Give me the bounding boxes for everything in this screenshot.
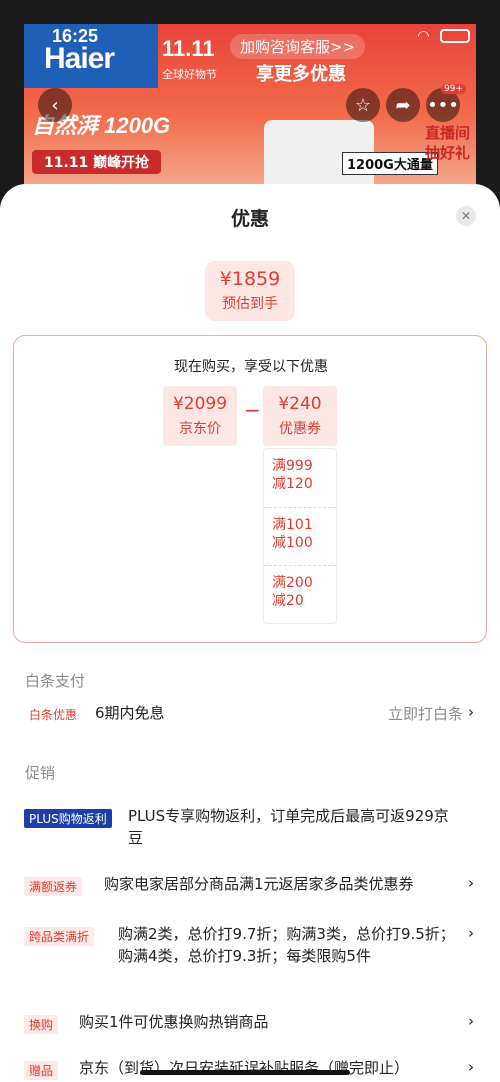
- chevron-right-icon: ›: [468, 1012, 474, 1030]
- promotion-tag: 赠品: [24, 1061, 59, 1080]
- home-indicator[interactable]: [140, 1070, 350, 1075]
- baitiao-action[interactable]: 立即打白条: [388, 703, 463, 724]
- promotion-text: 京东（到货）次日安装延误补贴服务（赠完即止）: [79, 1059, 410, 1077]
- estimated-price-tile: ¥1859 预估到手: [205, 261, 295, 321]
- coupon-item: 满101 减100: [264, 507, 336, 565]
- live-text-line2: 抽好礼: [424, 143, 470, 162]
- baitiao-row[interactable]: 白条优惠 6期内免息 立即打白条 ›: [0, 702, 500, 726]
- chevron-right-icon: ›: [468, 703, 474, 721]
- minus-sign: −: [244, 398, 261, 422]
- breakdown-title: 现在购买，享受以下优惠: [174, 359, 328, 375]
- estimated-price-label: 预估到手: [222, 296, 278, 312]
- back-arrow-icon[interactable]: ‹: [38, 88, 72, 122]
- promotion-tag: 跨品类满折: [24, 927, 95, 946]
- brand-logo: Haier: [44, 42, 115, 75]
- promotion-row[interactable]: 跨品类满折 购满2类，总价打9.7折；购满3类，总价打9.5折；购满4类，总价打…: [0, 924, 500, 994]
- promotion-tag: 满额返券: [24, 877, 83, 896]
- coupon-label: 优惠券: [279, 421, 321, 437]
- promo-subtitle: 全球好物节: [162, 68, 217, 81]
- coupon-amount: ¥240: [278, 394, 322, 414]
- sheet-title: 优惠: [230, 208, 269, 230]
- estimated-price: ¥1859: [219, 268, 281, 290]
- promotion-row[interactable]: PLUS购物返利 PLUS专享购物返利，订单完成后最高可返929京豆: [0, 806, 500, 850]
- star-icon[interactable]: ☆: [346, 88, 380, 122]
- consult-service-link[interactable]: 加购咨询客服>>: [230, 34, 366, 59]
- jd-price-label: 京东价: [179, 421, 221, 437]
- banner-chip: 11.11 巅峰开抢: [32, 150, 162, 174]
- coupon-tile: ¥240 优惠券: [263, 386, 337, 446]
- brand-block: 16:25 Haier: [24, 24, 158, 88]
- chevron-right-icon: ›: [468, 924, 474, 942]
- product-label: 1200G大通量: [342, 152, 438, 175]
- baitiao-text: 6期内免息: [95, 704, 165, 722]
- more-deal-text: 享更多优惠: [256, 64, 346, 85]
- promotion-text: 购满2类，总价打9.7折；购满3类，总价打9.5折；购满4类，总价打9.3折；每…: [118, 925, 455, 965]
- promotion-text: 购买1件可优惠换购热销商品: [79, 1013, 269, 1031]
- promotion-row[interactable]: 换购 购买1件可优惠换购热销商品 ›: [0, 1012, 500, 1036]
- promotion-section-title: 促销: [25, 764, 56, 782]
- baitiao-section-title: 白条支付: [25, 672, 86, 690]
- more-icon[interactable]: ••• 99+: [426, 84, 466, 122]
- wifi-icon: ◠: [417, 28, 430, 44]
- coupon-list: 满999 减120 满101 减100 满200 减20: [263, 448, 337, 624]
- promotion-text: PLUS专享购物返利，订单完成后最高可返929京豆: [128, 807, 449, 847]
- coupon-item: 满999 减120: [272, 458, 313, 493]
- promo-logo: 11.11: [162, 36, 215, 61]
- discount-sheet: 优惠 ✕ ¥1859 预估到手 现在购买，享受以下优惠 ¥2099 京东价 − …: [0, 184, 500, 1082]
- promotion-tag: 换购: [24, 1015, 59, 1034]
- baitiao-tag: 白条优惠: [29, 708, 78, 722]
- price-breakdown: 现在购买，享受以下优惠 ¥2099 京东价 − ¥240 优惠券 满999 减1…: [13, 335, 487, 643]
- promotion-text: 购家电家居部分商品满1元返居家多品类优惠券: [104, 875, 414, 893]
- battery-icon: [440, 29, 470, 43]
- close-icon[interactable]: ✕: [456, 206, 476, 226]
- share-icon[interactable]: ➦: [386, 88, 420, 122]
- live-promo[interactable]: 直播间 抽好礼: [425, 124, 470, 163]
- jd-price: ¥2099: [172, 394, 228, 414]
- status-icons: ◠: [417, 28, 470, 44]
- message-badge: 99+: [441, 84, 466, 94]
- chevron-right-icon: ›: [468, 1058, 474, 1076]
- chevron-right-icon: ›: [468, 874, 474, 892]
- coupon-item: 满200 减20: [264, 565, 336, 623]
- promotion-tag: PLUS购物返利: [24, 809, 112, 828]
- promotion-row[interactable]: 满额返券 购家电家居部分商品满1元返居家多品类优惠券 ›: [0, 874, 500, 898]
- live-text-line1: 直播间: [424, 124, 470, 142]
- jd-price-tile: ¥2099 京东价: [163, 386, 237, 446]
